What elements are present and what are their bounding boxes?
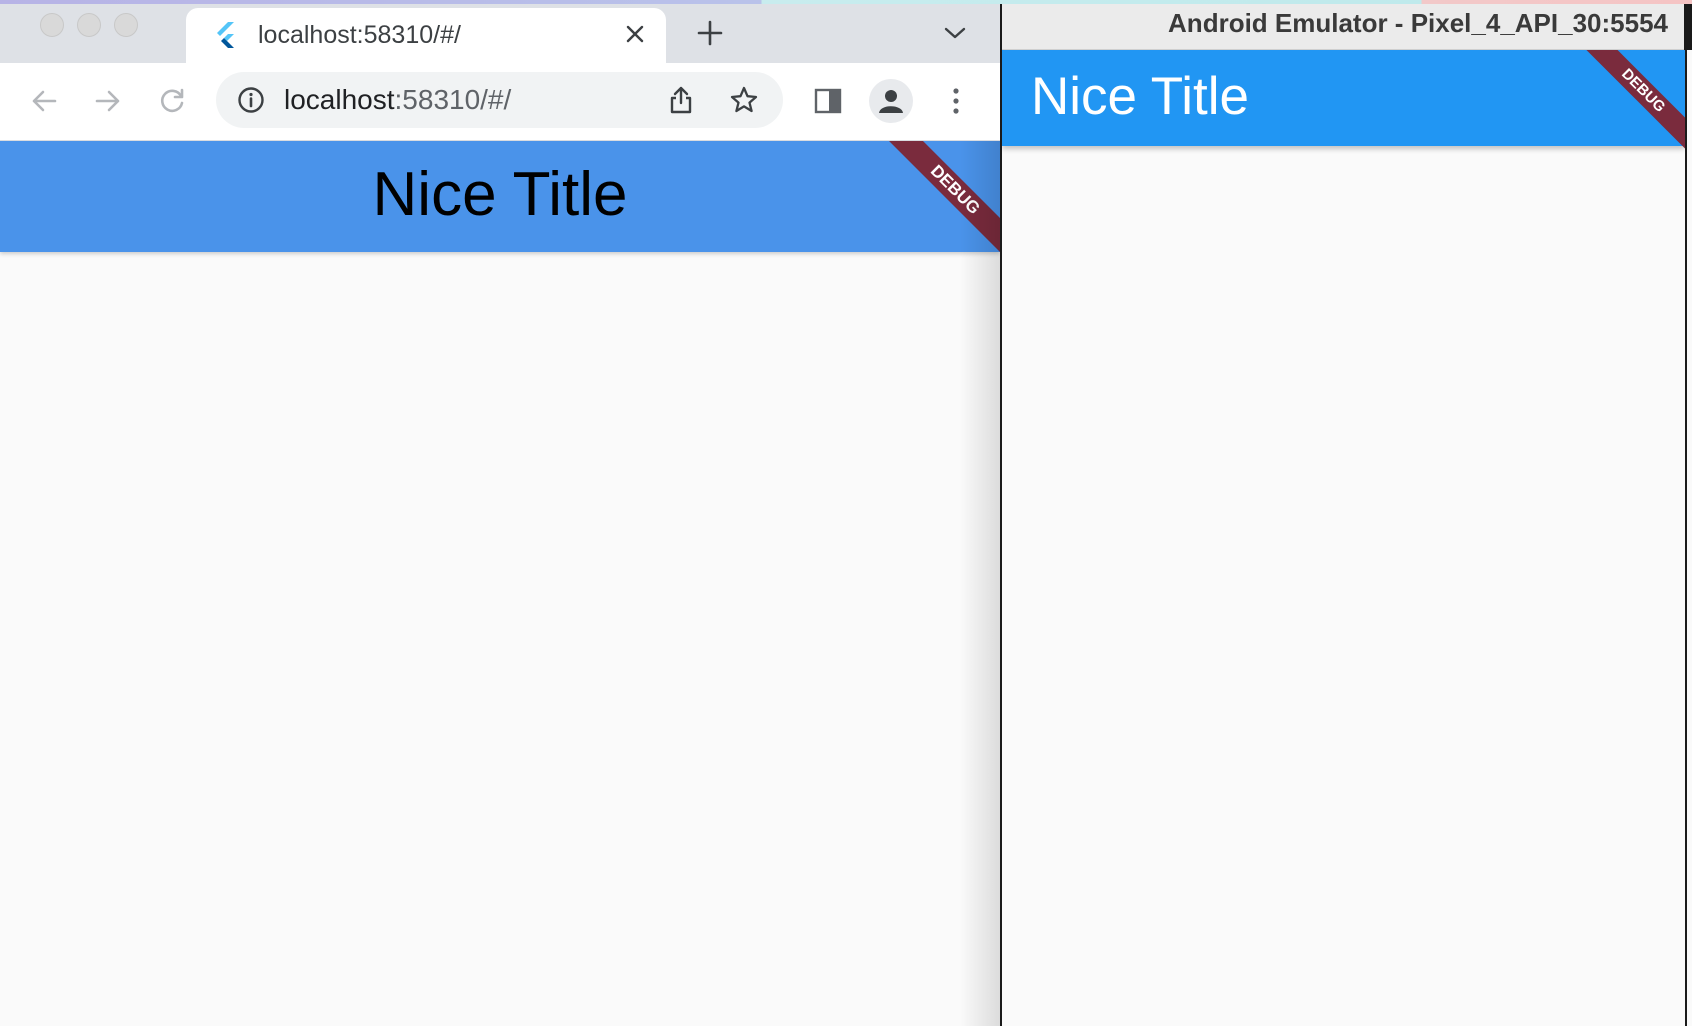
reload-icon[interactable] <box>152 81 192 121</box>
tab-title: localhost:58310/#/ <box>258 21 461 49</box>
window-minimize-button[interactable] <box>77 13 101 37</box>
window-zoom-button[interactable] <box>114 13 138 37</box>
plus-icon[interactable] <box>692 15 728 51</box>
emulator-screen[interactable]: Nice Title DEBUG <box>1002 50 1687 1026</box>
side-panel-icon[interactable] <box>808 81 848 121</box>
window-shadow <box>960 141 1000 1026</box>
window-close-button[interactable] <box>40 13 64 37</box>
browser-toolbar: localhost:58310/#/ <box>0 63 1000 141</box>
browser-window: localhost:58310/#/ localhost:58310/#/ Ni… <box>0 4 1000 1026</box>
tab-strip: localhost:58310/#/ <box>0 4 1000 63</box>
web-page: Nice Title DEBUG <box>0 141 1000 1026</box>
emulator-app-title: Nice Title <box>1031 67 1249 126</box>
url-host: localhost <box>284 84 395 115</box>
web-app-title: Nice Title <box>372 160 628 229</box>
star-icon[interactable] <box>727 83 761 117</box>
browser-tab[interactable]: localhost:58310/#/ <box>186 8 666 63</box>
person-icon[interactable] <box>869 79 913 123</box>
arrow-left-icon[interactable] <box>24 81 64 121</box>
address-text[interactable]: localhost:58310/#/ <box>284 84 511 116</box>
emulator-app-bar: Nice Title <box>1002 50 1685 146</box>
emulator-window-title: Android Emulator - Pixel_4_API_30:5554 <box>1168 8 1668 38</box>
emulator-toolbar-edge <box>1684 4 1692 50</box>
web-app-bar: Nice Title <box>0 141 1000 252</box>
arrow-right-icon[interactable] <box>88 81 128 121</box>
emulator-title-bar[interactable]: Android Emulator - Pixel_4_API_30:5554 <box>1002 4 1692 50</box>
share-icon[interactable] <box>664 83 698 117</box>
close-icon[interactable] <box>618 17 652 51</box>
chevron-down-icon[interactable] <box>940 18 970 48</box>
emulator-window: Android Emulator - Pixel_4_API_30:5554 N… <box>1000 4 1692 1026</box>
flutter-logo-icon <box>214 22 238 48</box>
url-path: :58310/#/ <box>394 84 512 115</box>
more-vert-icon[interactable] <box>936 81 976 121</box>
address-bar[interactable]: localhost:58310/#/ <box>216 72 783 128</box>
info-icon[interactable] <box>236 85 266 115</box>
